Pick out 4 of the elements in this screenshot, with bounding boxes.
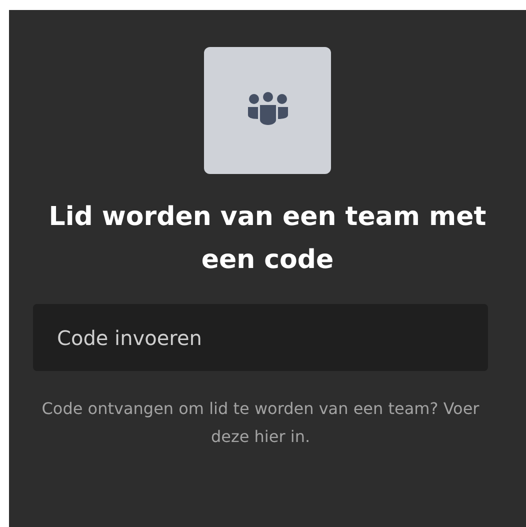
dialog-title: Lid worden van een team met een code: [48, 201, 488, 277]
hint-text: Code ontvangen om lid te worden van een team? Voer deze hier in.: [40, 398, 480, 448]
code-input-field[interactable]: Code invoeren: [33, 304, 488, 371]
people-group-icon: [246, 92, 288, 126]
